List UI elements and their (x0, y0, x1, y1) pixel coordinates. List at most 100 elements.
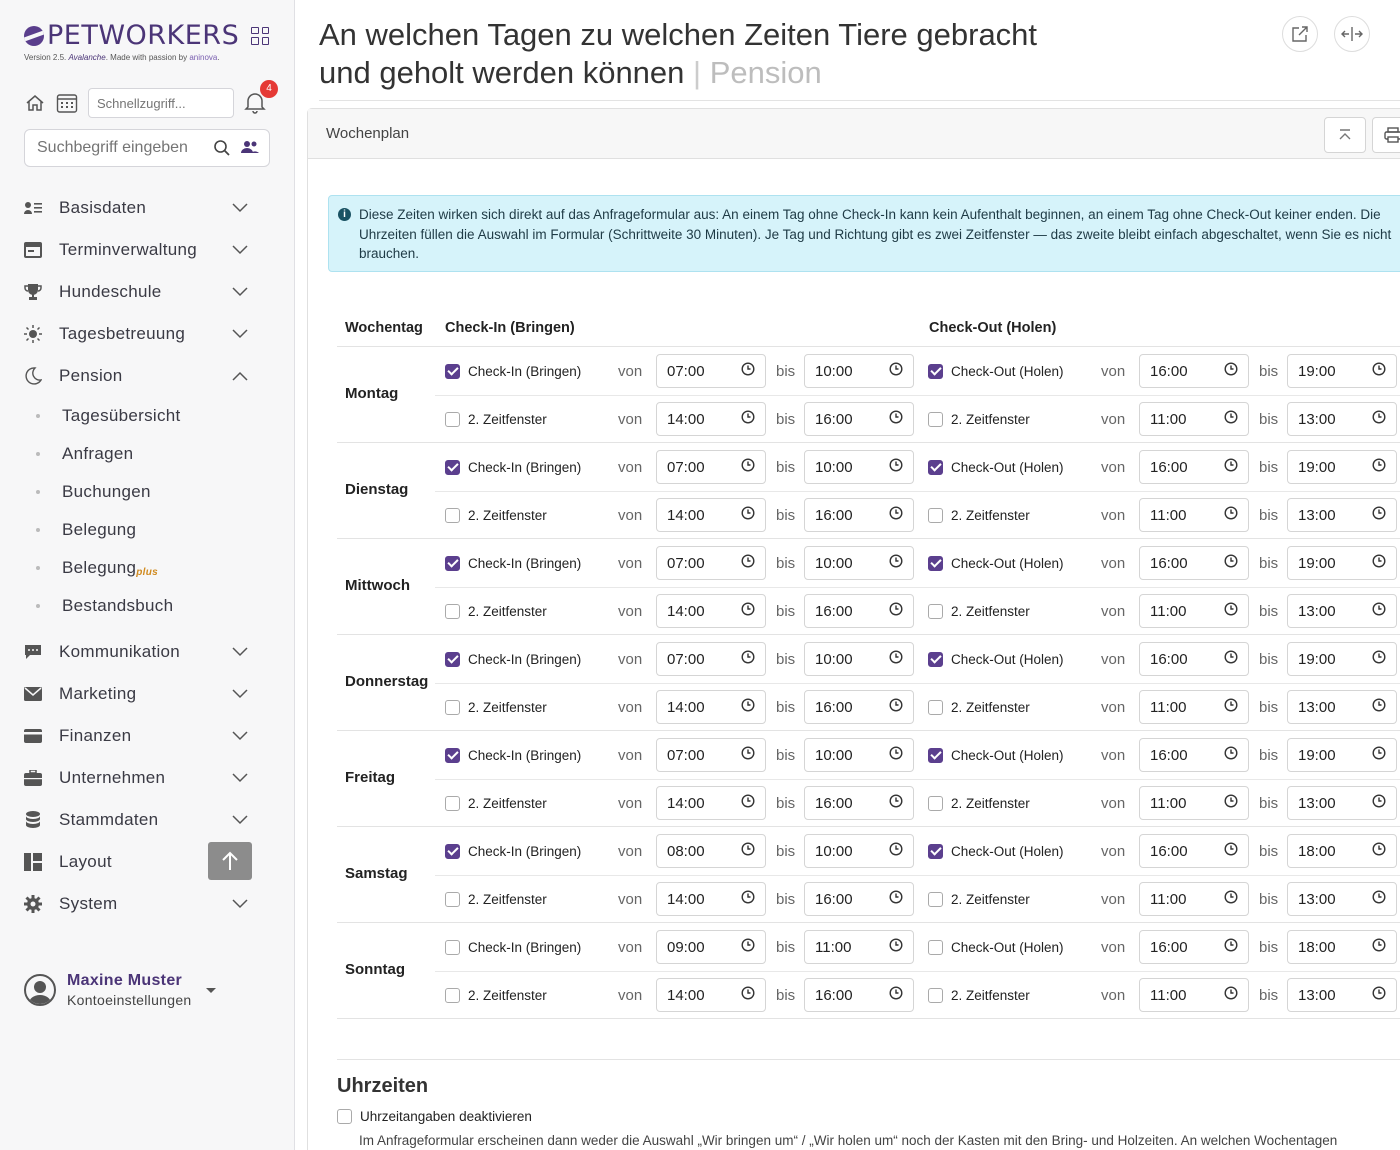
nav-item-unternehmen[interactable]: Unternehmen (24, 757, 264, 799)
home-icon[interactable] (24, 92, 46, 114)
people-icon[interactable] (241, 139, 259, 155)
sub-item-tagesuebersicht[interactable]: Tagesübersicht (36, 397, 264, 435)
time-from-input[interactable]: 16:00 (1139, 930, 1249, 964)
slot-checkbox[interactable] (445, 795, 460, 811)
slot-checkbox[interactable] (445, 939, 460, 955)
slot-checkbox[interactable] (928, 747, 943, 763)
time-to-input[interactable]: 19:00 (1287, 450, 1397, 484)
time-from-input[interactable]: 14:00 (656, 786, 766, 820)
slot-checkbox[interactable] (445, 603, 460, 619)
slot-checkbox[interactable] (445, 747, 460, 763)
time-from-input[interactable]: 11:00 (1139, 594, 1249, 628)
time-from-input[interactable]: 14:00 (656, 402, 766, 436)
account-settings-link[interactable]: Kontoeinstellungen (67, 992, 192, 1008)
time-to-input[interactable]: 10:00 (804, 834, 914, 868)
toggle-width-button[interactable] (1334, 16, 1370, 52)
time-to-input[interactable]: 13:00 (1287, 402, 1397, 436)
brand-logo[interactable]: PETWORKERS (24, 20, 274, 51)
time-from-input[interactable]: 16:00 (1139, 642, 1249, 676)
slot-checkbox[interactable] (445, 411, 460, 427)
slot-checkbox[interactable] (928, 459, 943, 475)
time-to-input[interactable]: 13:00 (1287, 882, 1397, 916)
open-external-button[interactable] (1282, 16, 1318, 52)
print-button[interactable] (1372, 117, 1400, 153)
nav-item-basisdaten[interactable]: Basisdaten (24, 187, 264, 229)
slot-checkbox[interactable] (445, 651, 460, 667)
time-from-input[interactable]: 16:00 (1139, 546, 1249, 580)
time-from-input[interactable]: 16:00 (1139, 354, 1249, 388)
quick-access-input[interactable] (88, 88, 234, 118)
slot-checkbox[interactable] (928, 939, 943, 955)
time-to-input[interactable]: 13:00 (1287, 690, 1397, 724)
slot-checkbox[interactable] (445, 843, 460, 859)
time-to-input[interactable]: 16:00 (804, 402, 914, 436)
nav-item-hundeschule[interactable]: Hundeschule (24, 271, 264, 313)
time-to-input[interactable]: 18:00 (1287, 834, 1397, 868)
slot-checkbox[interactable] (928, 891, 943, 907)
time-from-input[interactable]: 07:00 (656, 450, 766, 484)
slot-checkbox[interactable] (445, 987, 460, 1003)
time-from-input[interactable]: 16:00 (1139, 738, 1249, 772)
slot-checkbox[interactable] (928, 651, 943, 667)
time-from-input[interactable]: 14:00 (656, 594, 766, 628)
time-to-input[interactable]: 13:00 (1287, 978, 1397, 1012)
time-to-input[interactable]: 16:00 (804, 594, 914, 628)
nav-item-tagesbetreuung[interactable]: Tagesbetreuung (24, 313, 264, 355)
time-from-input[interactable]: 14:00 (656, 690, 766, 724)
time-to-input[interactable]: 16:00 (804, 690, 914, 724)
checkbox[interactable] (337, 1109, 352, 1124)
time-to-input[interactable]: 19:00 (1287, 546, 1397, 580)
time-from-input[interactable]: 14:00 (656, 882, 766, 916)
sub-item-belegung-plus[interactable]: Belegung plus (36, 549, 264, 587)
calendar-grid-icon[interactable] (56, 92, 78, 114)
time-to-input[interactable]: 13:00 (1287, 498, 1397, 532)
time-to-input[interactable]: 10:00 (804, 354, 914, 388)
time-to-input[interactable]: 13:00 (1287, 594, 1397, 628)
time-from-input[interactable]: 08:00 (656, 834, 766, 868)
scroll-to-top-button[interactable] (208, 842, 252, 880)
time-to-input[interactable]: 16:00 (804, 498, 914, 532)
slot-checkbox[interactable] (445, 459, 460, 475)
user-menu[interactable]: Maxine Muster Kontoeinstellungen (24, 972, 274, 1008)
slot-checkbox[interactable] (445, 699, 460, 715)
sub-item-buchungen[interactable]: Buchungen (36, 473, 264, 511)
time-from-input[interactable]: 07:00 (656, 546, 766, 580)
nav-item-pension[interactable]: Pension (24, 355, 264, 397)
notifications-bell[interactable]: 4 (244, 80, 278, 116)
time-to-input[interactable]: 10:00 (804, 450, 914, 484)
time-from-input[interactable]: 14:00 (656, 498, 766, 532)
sub-item-belegung[interactable]: Belegung (36, 511, 264, 549)
slot-checkbox[interactable] (928, 603, 943, 619)
sub-item-anfragen[interactable]: Anfragen (36, 435, 264, 473)
time-to-input[interactable]: 16:00 (804, 978, 914, 1012)
slot-checkbox[interactable] (928, 795, 943, 811)
slot-checkbox[interactable] (445, 555, 460, 571)
disable-times-checkbox[interactable]: Uhrzeitangaben deaktivieren (337, 1109, 532, 1124)
search-input[interactable] (37, 139, 207, 157)
slot-checkbox[interactable] (928, 363, 943, 379)
time-from-input[interactable]: 11:00 (1139, 786, 1249, 820)
time-from-input[interactable]: 16:00 (1139, 450, 1249, 484)
time-from-input[interactable]: 11:00 (1139, 978, 1249, 1012)
slot-checkbox[interactable] (928, 987, 943, 1003)
time-from-input[interactable]: 14:00 (656, 978, 766, 1012)
sub-item-bestandsbuch[interactable]: Bestandsbuch (36, 587, 264, 625)
time-to-input[interactable]: 11:00 (804, 930, 914, 964)
slot-checkbox[interactable] (445, 507, 460, 523)
collapse-button[interactable] (1324, 117, 1366, 153)
time-from-input[interactable]: 07:00 (656, 738, 766, 772)
nav-item-kommunikation[interactable]: Kommunikation (24, 631, 264, 673)
time-to-input[interactable]: 10:00 (804, 738, 914, 772)
time-to-input[interactable]: 16:00 (804, 882, 914, 916)
nav-item-terminverwaltung[interactable]: Terminverwaltung (24, 229, 264, 271)
time-to-input[interactable]: 10:00 (804, 642, 914, 676)
nav-item-marketing[interactable]: Marketing (24, 673, 264, 715)
slot-checkbox[interactable] (445, 891, 460, 907)
time-to-input[interactable]: 13:00 (1287, 786, 1397, 820)
time-to-input[interactable]: 18:00 (1287, 930, 1397, 964)
time-from-input[interactable]: 09:00 (656, 930, 766, 964)
time-from-input[interactable]: 07:00 (656, 642, 766, 676)
time-from-input[interactable]: 11:00 (1139, 882, 1249, 916)
slot-checkbox[interactable] (928, 843, 943, 859)
time-from-input[interactable]: 11:00 (1139, 498, 1249, 532)
